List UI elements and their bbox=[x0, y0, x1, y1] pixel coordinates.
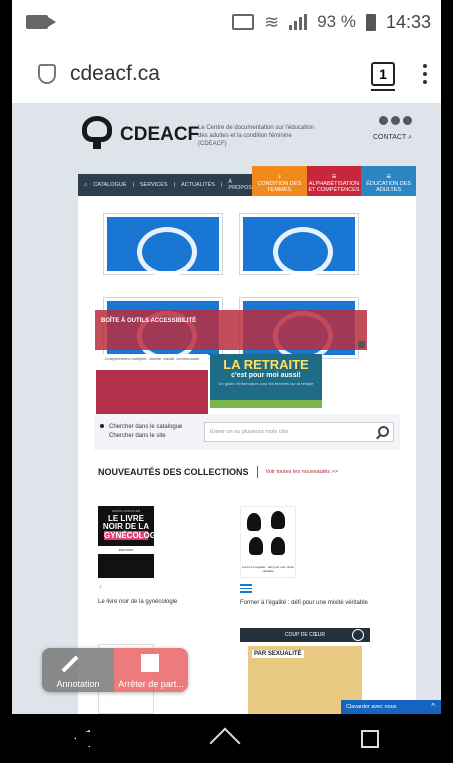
book-title-2[interactable]: Former à l'égalité : défi pour une mixit… bbox=[240, 599, 370, 607]
signal-icon bbox=[289, 14, 308, 30]
chat-button[interactable]: Clavarder avec nous bbox=[341, 700, 441, 714]
women-icon: ♀ bbox=[276, 172, 283, 181]
annotation-button[interactable]: Annotation bbox=[42, 648, 114, 692]
search-section: Chercher dans le catalogue Chercher dans… bbox=[94, 414, 400, 450]
carousel: BOÎTE À OUTILS ACCESSIBILITÉ Compétences… bbox=[78, 214, 416, 424]
back-icon[interactable] bbox=[74, 729, 91, 748]
nav-a-propos[interactable]: À PROPOS bbox=[228, 179, 252, 191]
nav-actualites[interactable]: ACTUALITÉS bbox=[181, 182, 215, 188]
site-tagline: Le Centre de documentation sur l'éducati… bbox=[198, 125, 314, 147]
search-scope: Chercher dans le catalogue Chercher dans… bbox=[100, 423, 204, 441]
annotation-widget: Annotation Arrêter de part... bbox=[42, 648, 188, 692]
promo-retraite[interactable]: LA RETRAITE c'est pour moi aussi! Un gui… bbox=[210, 354, 322, 408]
book-icon: ≡ bbox=[331, 172, 337, 181]
tab-education-adultes[interactable]: ≡ ÉDUCATION DES ADULTES bbox=[361, 166, 416, 196]
cast-icon bbox=[232, 14, 255, 30]
social-links bbox=[379, 116, 412, 125]
book-cover-gynecologie[interactable]: MARTIN WINCKLER LE LIVRE NOIR DE LA GYNÉ… bbox=[98, 506, 164, 578]
tab-condition-femmes[interactable]: ♀ CONDITION DES FEMMES bbox=[251, 166, 307, 196]
main-menu: ⌂ CATALOGUE | SERVICES | ACTUALITÉS | À … bbox=[78, 174, 252, 196]
video-icon bbox=[26, 15, 56, 29]
search-icon[interactable] bbox=[378, 426, 389, 437]
radio-site[interactable]: Chercher dans le site bbox=[100, 432, 204, 441]
address-bar: cdeacf.ca 1 bbox=[12, 44, 441, 104]
system-nav-bar bbox=[12, 714, 441, 763]
status-bar: ≋ 93 % 14:33 bbox=[12, 0, 441, 44]
main-content: BOÎTE À OUTILS ACCESSIBILITÉ Compétences… bbox=[78, 196, 416, 714]
carousel-caption[interactable]: BOÎTE À OUTILS ACCESSIBILITÉ bbox=[95, 310, 367, 350]
wifi-icon: ≋ bbox=[264, 11, 280, 32]
recents-icon[interactable] bbox=[360, 729, 379, 748]
lines-icon: ≡ bbox=[386, 172, 391, 181]
news-header: NOUVEAUTÉS DES COLLECTIONS Voir toutes l… bbox=[98, 466, 398, 478]
site-header: CDEACF Le Centre de documentation sur l'… bbox=[78, 104, 416, 164]
stop-sharing-button[interactable]: Arrêter de part... bbox=[114, 648, 188, 692]
home-icon[interactable]: ⌂ bbox=[84, 182, 87, 188]
shield-icon[interactable] bbox=[38, 63, 56, 84]
site-page: CDEACF Le Centre de documentation sur l'… bbox=[78, 104, 416, 714]
women-category-icon: ♀ bbox=[98, 584, 104, 591]
battery-text: 93 % bbox=[317, 12, 356, 31]
clock: 14:33 bbox=[385, 11, 431, 32]
menu-icon[interactable] bbox=[423, 63, 427, 84]
facebook-icon[interactable] bbox=[379, 116, 388, 125]
site-nav: ⌂ CATALOGUE | SERVICES | ACTUALITÉS | À … bbox=[78, 164, 416, 196]
battery-icon bbox=[365, 13, 376, 31]
adult-ed-category-icon bbox=[240, 584, 252, 595]
book-cover-egalite[interactable]: Former à l'égalité : défi pour une mixit… bbox=[240, 506, 296, 578]
radio-catalogue[interactable]: Chercher dans le catalogue bbox=[100, 423, 204, 432]
accessibility-tile[interactable] bbox=[104, 214, 222, 277]
search-input[interactable]: Entrer un ou plusieurs mots clés bbox=[204, 422, 394, 442]
stop-icon bbox=[141, 654, 159, 672]
tab-switcher-button[interactable]: 1 bbox=[371, 61, 395, 91]
logo-icon[interactable] bbox=[82, 116, 112, 149]
tab-alphabetisation[interactable]: ≡ ALPHABÉTISATION ET COMPÉTENCES bbox=[306, 166, 362, 196]
expand-icon[interactable] bbox=[358, 341, 365, 348]
book-title-1[interactable]: Le livre noir de la gynécologie bbox=[98, 599, 177, 605]
site-logo[interactable]: CDEACF bbox=[120, 124, 199, 146]
nav-catalogue[interactable]: CATALOGUE bbox=[93, 182, 126, 188]
news-link[interactable]: Voir toutes les nouveautés >> bbox=[266, 469, 338, 475]
twitter-icon[interactable] bbox=[391, 116, 400, 125]
home-button-icon[interactable] bbox=[209, 726, 242, 759]
youtube-icon[interactable] bbox=[403, 116, 412, 125]
url-field[interactable]: cdeacf.ca bbox=[70, 62, 371, 86]
web-content: CDEACF Le Centre de documentation sur l'… bbox=[12, 104, 441, 714]
nav-services[interactable]: SERVICES bbox=[140, 182, 168, 188]
hearing-tile[interactable] bbox=[240, 214, 358, 277]
news-heading: NOUVEAUTÉS DES COLLECTIONS bbox=[98, 467, 249, 477]
contact-link[interactable]: CONTACT ⌕ bbox=[373, 134, 412, 142]
pencil-icon bbox=[61, 655, 79, 673]
